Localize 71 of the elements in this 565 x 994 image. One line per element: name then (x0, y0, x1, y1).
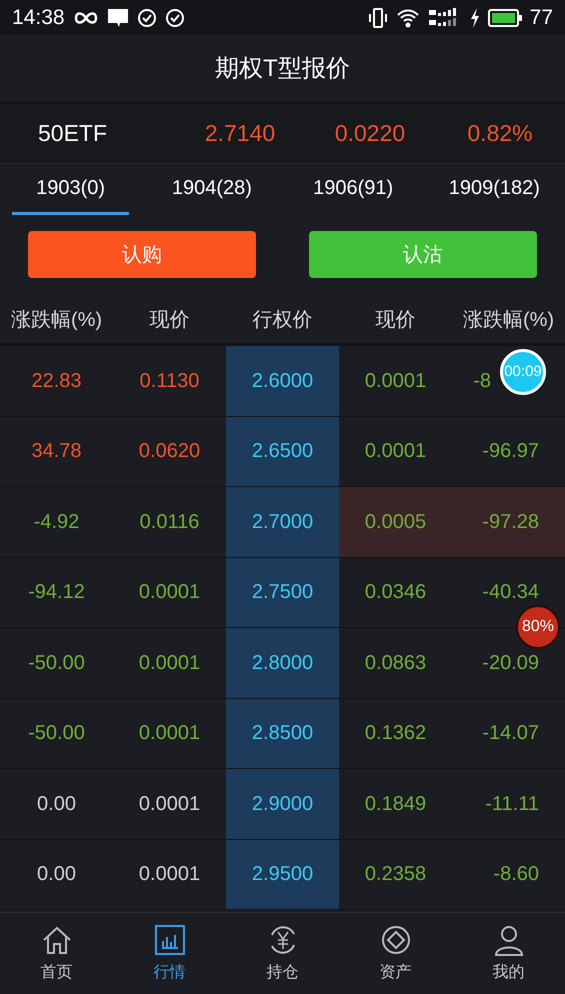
progress-bubble[interactable]: 80% (516, 605, 560, 649)
expiry-tab[interactable]: 1906(91) (294, 164, 412, 215)
table-cell-text: 0.0346 (364, 580, 426, 606)
table-cell-text: 0.00 (37, 862, 76, 888)
table-cell-text: 0.0116 (140, 510, 200, 535)
table-cell-text: -50.00 (28, 650, 85, 676)
battery-icon (488, 8, 522, 26)
table-cell-text: 34.78 (31, 439, 82, 464)
table-cell-text: 0.0863 (364, 650, 426, 676)
message-icon (106, 8, 129, 28)
status-time: 14:38 (12, 4, 65, 31)
table-cell-text: 0.0001 (138, 862, 200, 888)
page-title: 期权T型报价 (215, 54, 350, 84)
table-cell-text: 0.1130 (140, 368, 200, 394)
table-cell-text: -11.11 (485, 792, 539, 817)
battery-percent: 77 (530, 4, 553, 31)
expiry-tab[interactable]: 1903(0) (12, 164, 130, 215)
table-cell-text: -96.97 (482, 439, 539, 464)
table-cell-text: 22.83 (31, 368, 82, 394)
table-cell-text: 0.0001 (138, 721, 200, 746)
strike-price: 2.6000 (252, 368, 314, 394)
table-cell-text: -8.60 (493, 862, 539, 888)
table-cell-text: -14.07 (482, 721, 539, 746)
nav-tab[interactable]: 资产 (339, 913, 452, 994)
expiry-tab[interactable]: 1904(28) (153, 164, 270, 215)
expiry-tab[interactable]: 1909(182) (436, 164, 553, 215)
strike-price: 2.8500 (252, 721, 314, 746)
table-cell-text: 0.0001 (364, 368, 426, 394)
infinity-icon (72, 10, 99, 24)
table-cell-text: -20.09 (482, 650, 539, 676)
price-change: 0.0220 (334, 118, 406, 148)
underlying-symbol: 50ETF (37, 118, 108, 148)
change-percent: 0.82% (466, 118, 534, 148)
column-header: 涨跌幅(%) (10, 308, 104, 332)
table-cell-text: 0.0001 (138, 580, 200, 606)
check-icon (164, 8, 185, 28)
strike-price: 2.6500 (252, 439, 314, 464)
strike-price: 2.9500 (252, 862, 314, 888)
check-icon (136, 8, 157, 28)
table-cell-text: 0.2358 (364, 862, 426, 888)
nav-tab[interactable]: 持仓 (226, 913, 339, 994)
charging-icon (470, 8, 480, 28)
strike-price: 2.9000 (252, 792, 314, 817)
column-header: 行权价 (252, 308, 314, 332)
nav-tab[interactable]: 行情 (113, 913, 226, 994)
strike-price: 2.8000 (252, 650, 314, 676)
underlying-price: 2.7140 (204, 118, 276, 148)
table-cell-text: -8 (473, 368, 491, 394)
table-cell-text: 0.1849 (364, 792, 426, 817)
table-cell-text: -97.28 (482, 510, 539, 535)
table-cell-text: -50.00 (28, 721, 85, 746)
column-header: 现价 (374, 308, 416, 332)
table-cell-text: 0.0001 (138, 792, 200, 817)
table-cell-text: -4.92 (34, 510, 80, 535)
table-cell-text: 0.0620 (138, 439, 200, 464)
nav-tab[interactable]: 我的 (452, 913, 565, 994)
wifi-icon (396, 8, 420, 28)
bar-chart-icon (152, 922, 186, 956)
table-cell-text: 0.1362 (364, 721, 426, 746)
table-cell-text: -40.34 (482, 580, 539, 606)
table-cell-text: 0.0001 (364, 439, 426, 464)
table-cell-text: -94.12 (28, 580, 85, 606)
strike-price: 2.7000 (252, 510, 314, 535)
strike-price: 2.7500 (252, 580, 314, 606)
column-header: 涨跌幅(%) (462, 308, 556, 332)
nav-tab[interactable]: 首页 (0, 913, 113, 994)
table-cell-text: 0.00 (37, 792, 76, 817)
table-cell-text: 0.0005 (364, 510, 426, 535)
vibrate-icon (368, 6, 388, 28)
column-header: 现价 (148, 308, 190, 332)
table-cell-text: 0.0001 (138, 650, 200, 676)
